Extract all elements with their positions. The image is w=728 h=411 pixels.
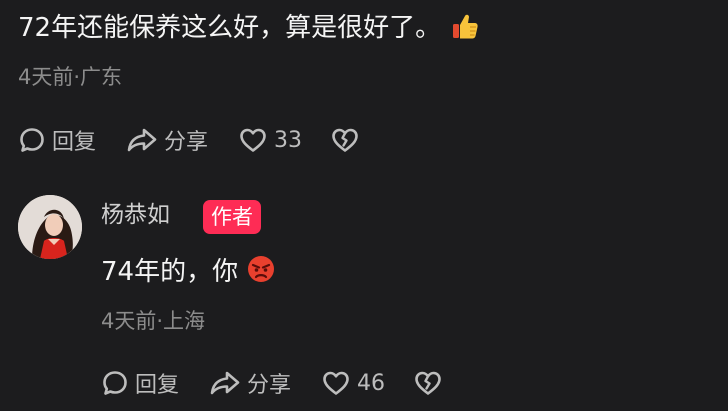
share-label: 分享	[164, 130, 209, 155]
like-count: 46	[357, 370, 386, 396]
comment-actions: 回复 分享 33	[18, 123, 386, 157]
like-button[interactable]: 33	[238, 126, 302, 154]
broken-heart-icon	[332, 128, 358, 152]
author-badge: 作者	[203, 200, 261, 234]
reply-text: 74年的，你	[101, 254, 276, 293]
broken-heart-icon	[415, 371, 441, 395]
author-name[interactable]: 杨恭如	[101, 199, 170, 231]
reply-actions: 回复 分享 46	[101, 366, 469, 400]
reply-button[interactable]: 回复	[101, 367, 179, 399]
reply-meta: 4天前·上海	[101, 309, 206, 333]
dislike-button[interactable]	[330, 126, 360, 154]
share-arrow-icon	[127, 128, 157, 152]
comment-meta: 4天前·广东	[18, 65, 123, 89]
heart-icon	[240, 128, 266, 152]
reply-label: 回复	[52, 130, 97, 155]
thumbs-up-icon	[451, 12, 479, 49]
reply-button[interactable]: 回复	[18, 124, 96, 156]
avatar[interactable]	[18, 195, 82, 259]
reply-label: 回复	[135, 373, 180, 398]
like-count: 33	[274, 127, 303, 153]
reply-bubble-icon	[103, 371, 127, 395]
dislike-button[interactable]	[413, 369, 443, 397]
angry-face-icon	[246, 254, 276, 293]
share-label: 分享	[247, 373, 292, 398]
comment-thread: 72年还能保养这么好，算是很好了。 4天前·广东 回复 分享 33 杨恭如 作者…	[0, 0, 728, 411]
share-button[interactable]: 分享	[209, 367, 291, 399]
heart-icon	[323, 371, 349, 395]
comment-text-content: 72年还能保养这么好，算是很好了。	[18, 13, 442, 43]
reply-bubble-icon	[20, 128, 44, 152]
comment-text: 72年还能保养这么好，算是很好了。	[18, 11, 479, 49]
reply-text-content: 74年的，你	[101, 257, 239, 287]
like-button[interactable]: 46	[321, 369, 385, 397]
share-button[interactable]: 分享	[126, 124, 208, 156]
share-arrow-icon	[210, 371, 240, 395]
